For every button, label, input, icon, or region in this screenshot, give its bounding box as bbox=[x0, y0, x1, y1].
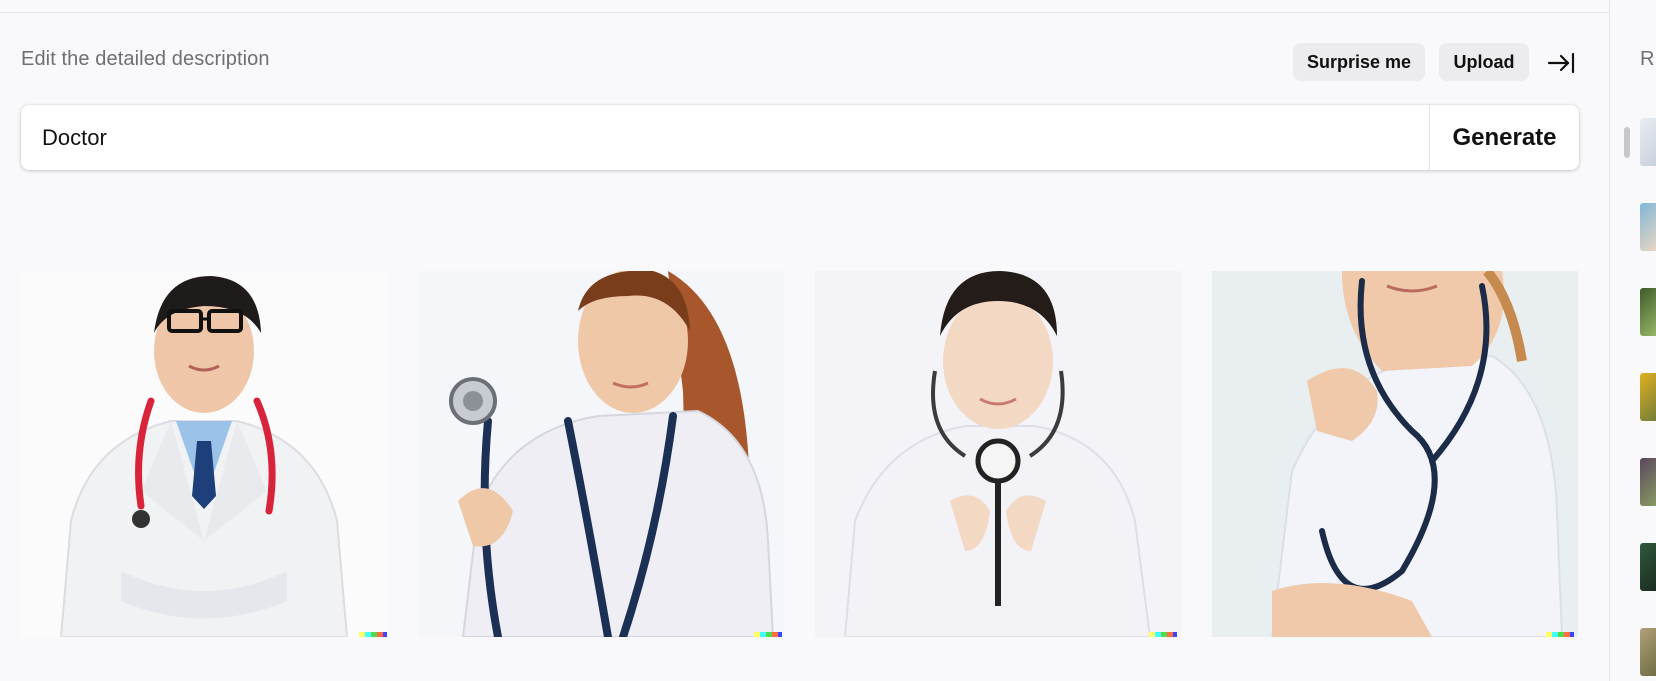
sidebar-heading: R bbox=[1640, 48, 1655, 70]
prompt-box: Generate bbox=[21, 105, 1579, 170]
doctor-portrait-4 bbox=[1212, 271, 1578, 637]
doctor-portrait-2 bbox=[418, 271, 784, 637]
history-thumbnail[interactable] bbox=[1640, 203, 1656, 251]
history-sidebar: R bbox=[1609, 0, 1656, 681]
sidebar-scrollbar[interactable] bbox=[1624, 127, 1630, 158]
generate-button[interactable]: Generate bbox=[1430, 105, 1579, 170]
doctor-portrait-1 bbox=[21, 271, 387, 637]
collapse-sidebar-icon[interactable] bbox=[1546, 48, 1576, 78]
description-hint: Edit the detailed description bbox=[21, 48, 270, 70]
result-image-4[interactable] bbox=[1212, 271, 1578, 637]
history-thumbnail[interactable] bbox=[1640, 288, 1656, 336]
history-thumbnail[interactable] bbox=[1640, 628, 1656, 676]
history-thumbnail[interactable] bbox=[1640, 458, 1656, 506]
surprise-me-button[interactable]: Surprise me bbox=[1293, 43, 1425, 81]
doctor-portrait-3 bbox=[815, 271, 1181, 637]
prompt-input[interactable] bbox=[21, 105, 1429, 170]
upload-button[interactable]: Upload bbox=[1439, 43, 1529, 81]
history-thumbnail[interactable] bbox=[1640, 373, 1656, 421]
result-image-2[interactable] bbox=[418, 271, 784, 637]
result-image-3[interactable] bbox=[815, 271, 1181, 637]
history-thumbnail[interactable] bbox=[1640, 118, 1656, 166]
history-thumbnail[interactable] bbox=[1640, 543, 1656, 591]
editor-panel: Edit the detailed description Surprise m… bbox=[0, 0, 1609, 681]
result-image-1[interactable] bbox=[21, 271, 387, 637]
